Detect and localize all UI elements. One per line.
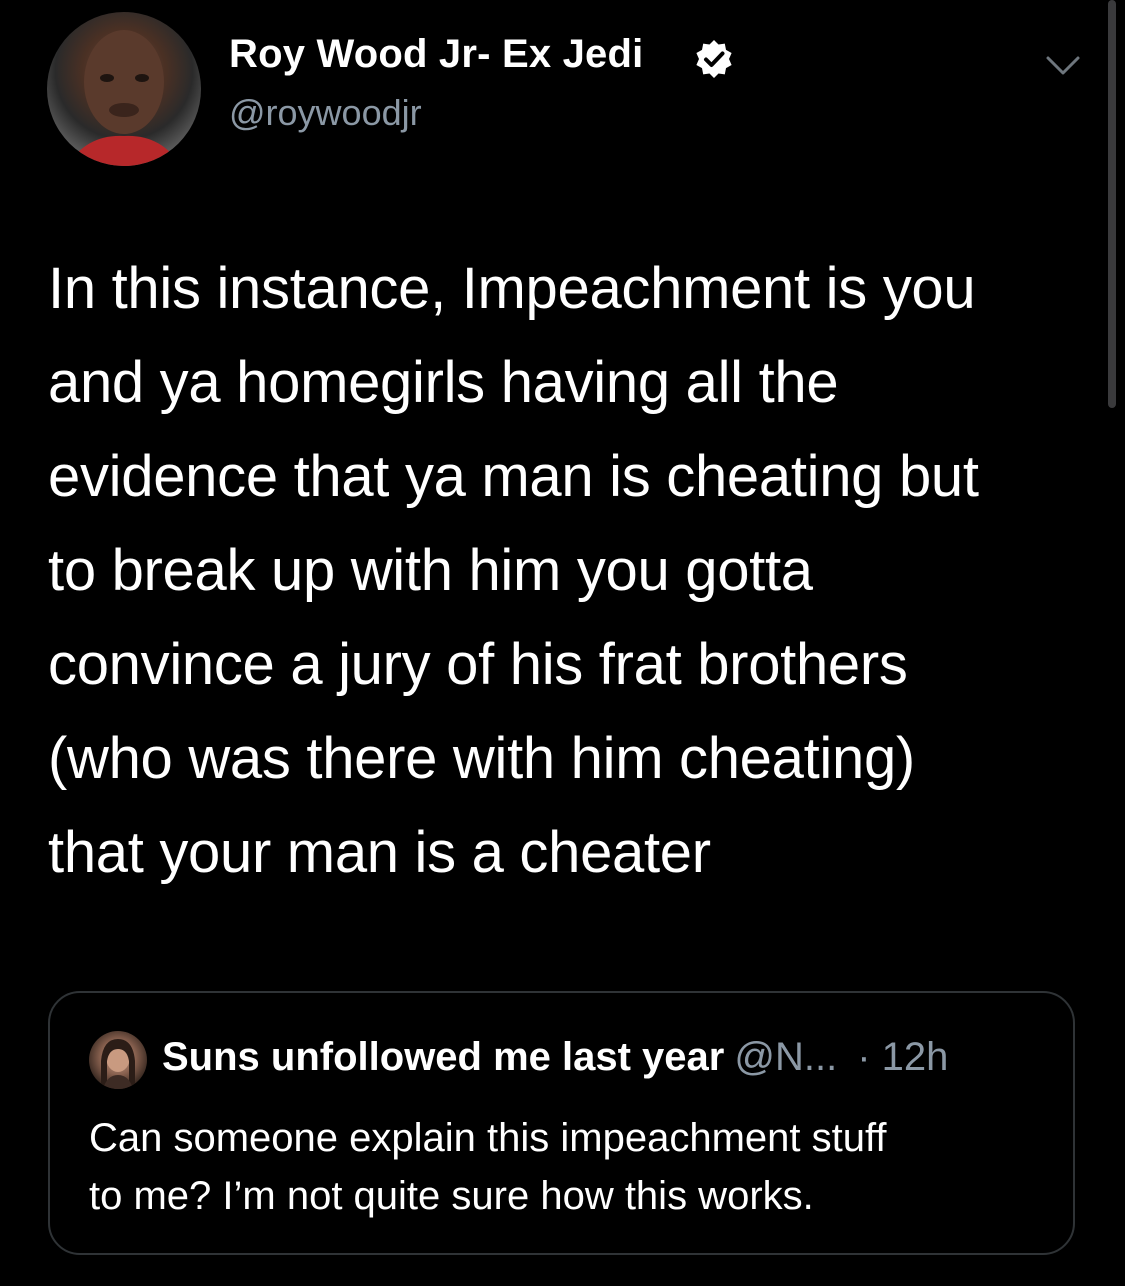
quoted-author-name: Suns unfollowed me last year (162, 1035, 725, 1079)
tweet-text-line: and ya homegirls having all the (48, 350, 839, 415)
quoted-tweet-text-line: Can someone explain this impeachment stu… (89, 1116, 887, 1160)
quoted-author-avatar (89, 1031, 147, 1089)
tweet-text-line: evidence that ya man is cheating but (48, 444, 979, 509)
tweet-text-line: that your man is a cheater (48, 820, 711, 885)
quoted-tweet-card[interactable]: Suns unfollowed me last year @N... · 12h C… (48, 991, 1075, 1255)
quoted-tweet-header: Suns unfollowed me last year @N... · 12h (162, 1035, 948, 1080)
verified-badge-icon (693, 38, 735, 80)
avatar-photo (67, 30, 181, 166)
tweet-header: Roy Wood Jr- Ex Jedi @roywoodjr (0, 0, 1125, 180)
quoted-tweet-text-line: to me? I’m not quite sure how this works… (89, 1174, 814, 1218)
chevron-down-icon[interactable] (1045, 52, 1081, 80)
quoted-tweet-timestamp: · 12h (857, 1035, 949, 1079)
author-display-name[interactable]: Roy Wood Jr- Ex Jedi (229, 32, 643, 77)
tweet-text-line: (who was there with him cheating) (48, 726, 915, 791)
quoted-author-handle: @N... (734, 1035, 838, 1079)
tweet-text-line: In this instance, Impeachment is you (48, 256, 976, 321)
quoted-tweet-text: Can someone explain this impeachment stu… (89, 1109, 1049, 1225)
tweet-text-line: convince a jury of his frat brothers (48, 632, 908, 697)
author-avatar[interactable] (47, 12, 201, 166)
tweet-text-line: to break up with him you gotta (48, 538, 813, 603)
quoted-avatar-photo (101, 1039, 135, 1089)
tweet-text: In this instance, Impeachment is you and… (48, 242, 1088, 900)
scrollbar[interactable] (1108, 0, 1116, 408)
author-handle[interactable]: @roywoodjr (229, 92, 422, 134)
